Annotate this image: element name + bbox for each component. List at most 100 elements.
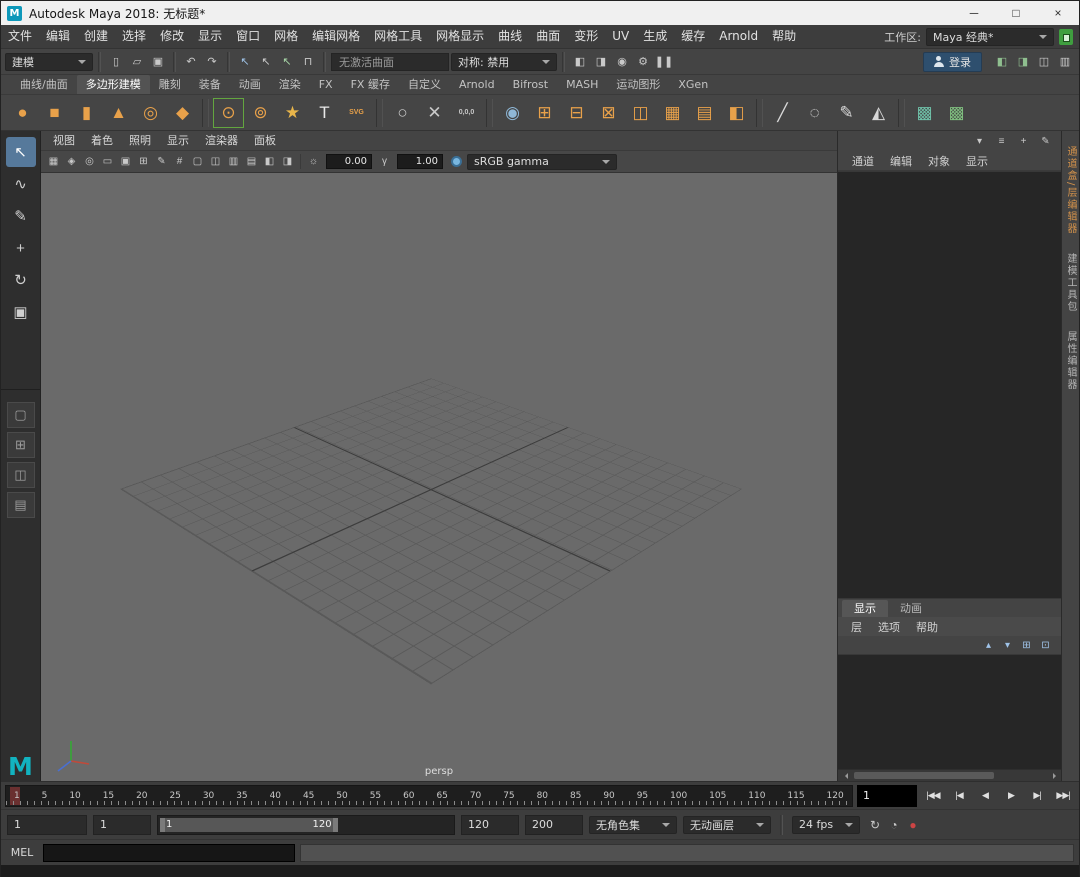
- select-tool[interactable]: ↖: [5, 137, 36, 167]
- shelf-tab[interactable]: XGen: [669, 75, 717, 94]
- zoom-region-icon[interactable]: ○: [387, 98, 418, 128]
- fps-dropdown[interactable]: 24 fps: [792, 815, 860, 834]
- panel-menu-item[interactable]: 视图: [45, 131, 83, 151]
- sculpt-tool-icon[interactable]: ▩: [941, 98, 972, 128]
- render-current-frame-icon[interactable]: ◨: [591, 52, 611, 72]
- open-render-view-icon[interactable]: ◧: [570, 52, 590, 72]
- menu-item[interactable]: 选择: [115, 25, 153, 48]
- active-surface-field[interactable]: 无激活曲面: [331, 52, 449, 71]
- mirror-icon[interactable]: ◧: [721, 98, 752, 128]
- go-to-start-icon[interactable]: |◀◀: [921, 786, 945, 806]
- paint-select-tool[interactable]: ✎: [6, 201, 36, 231]
- move-layer-down-icon[interactable]: ▾: [1000, 638, 1015, 652]
- animation-start-field[interactable]: 1: [7, 814, 87, 835]
- paint-vertex-color-icon[interactable]: ▩: [909, 98, 940, 128]
- layer-editor-menu-item[interactable]: 帮助: [909, 619, 945, 635]
- image-plane-icon[interactable]: ▣: [117, 154, 134, 170]
- separator[interactable]: [202, 98, 209, 127]
- character-set-dropdown[interactable]: 无角色集: [589, 815, 677, 834]
- shelf-tab[interactable]: 渲染: [270, 75, 310, 94]
- ipr-render-icon[interactable]: ◉: [612, 52, 632, 72]
- animation-end-field[interactable]: 200: [525, 814, 583, 835]
- lock-camera-icon[interactable]: ◈: [63, 154, 80, 170]
- playback-end-field[interactable]: 120: [461, 814, 519, 835]
- shelf-tab[interactable]: 雕刻: [150, 75, 190, 94]
- menu-item[interactable]: UV: [605, 25, 636, 48]
- svg-tool-icon[interactable]: SVG: [341, 98, 372, 128]
- scroll-left-icon[interactable]: [838, 770, 852, 781]
- toggle-channel-box-icon[interactable]: ▥: [1055, 52, 1075, 72]
- layer-editor-menu-item[interactable]: 选项: [871, 619, 907, 635]
- shelf-tab[interactable]: 多边形建模: [76, 75, 150, 94]
- menu-item[interactable]: 创建: [77, 25, 115, 48]
- shelf-tab[interactable]: 曲线/曲面: [11, 75, 77, 94]
- film-gate-icon[interactable]: ▢: [189, 154, 206, 170]
- command-result-field[interactable]: [300, 843, 1074, 862]
- uv-sphere-projection-icon[interactable]: ◉: [497, 98, 528, 128]
- separator[interactable]: [756, 98, 763, 127]
- quick-layout-four-view[interactable]: ⊞: [6, 432, 35, 458]
- poly-star-icon[interactable]: ★: [277, 98, 308, 128]
- resolution-gate-icon[interactable]: ◫: [207, 154, 224, 170]
- exposure-icon[interactable]: ☼: [305, 154, 322, 170]
- quick-layout-persp-outliner[interactable]: ◫: [6, 462, 35, 488]
- close-button[interactable]: ×: [1037, 1, 1079, 25]
- channel-box-content[interactable]: [838, 171, 1061, 599]
- current-frame-field[interactable]: 1: [857, 784, 917, 807]
- snap-align-icon[interactable]: ✕: [419, 98, 450, 128]
- open-scene-icon[interactable]: ▱: [127, 52, 147, 72]
- shelf-tab[interactable]: FX: [310, 75, 342, 94]
- login-button[interactable]: 登录: [923, 51, 982, 72]
- move-to-origin-icon[interactable]: 0,0,0: [451, 98, 482, 128]
- anim-preferences-icon[interactable]: ◔: [885, 816, 903, 834]
- redo-icon[interactable]: ↷: [202, 52, 222, 72]
- scroll-right-icon[interactable]: [1047, 770, 1061, 781]
- separator[interactable]: [486, 98, 493, 127]
- add-layer-from-selected-icon[interactable]: ⊡: [1038, 638, 1053, 652]
- loop-playback-icon[interactable]: ↻: [866, 816, 884, 834]
- gamma-icon[interactable]: γ: [376, 154, 393, 170]
- shelf-tab[interactable]: 动画: [230, 75, 270, 94]
- menu-item[interactable]: 编辑网格: [305, 25, 367, 48]
- layer-editor-tab[interactable]: 显示: [842, 600, 888, 617]
- snap-to-grid-icon[interactable]: ⊓: [298, 52, 318, 72]
- menu-item[interactable]: 帮助: [765, 25, 803, 48]
- field-chart-icon[interactable]: ▤: [243, 154, 260, 170]
- maximize-button[interactable]: □: [995, 1, 1037, 25]
- channel-manipulator-icon[interactable]: +: [1016, 134, 1031, 149]
- gamma-field[interactable]: 1.00: [397, 154, 443, 169]
- panel-menu-item[interactable]: 着色: [83, 131, 121, 151]
- two-d-pan-zoom-icon[interactable]: ⊞: [135, 154, 152, 170]
- shelf-tab[interactable]: FX 缓存: [342, 75, 399, 94]
- menu-item[interactable]: 曲线: [491, 25, 529, 48]
- separate-icon[interactable]: ⊟: [561, 98, 592, 128]
- layer-panel-scrollbar[interactable]: [838, 769, 1061, 781]
- reduce-icon[interactable]: ▤: [689, 98, 720, 128]
- channel-mode-icon[interactable]: ≡: [994, 134, 1009, 149]
- time-slider-track[interactable]: 1 5 10 15 20 25 30 35 40 45 50 55 60 65 70 75 80 85 90 95 10…: [5, 784, 853, 807]
- color-management-icon[interactable]: [451, 156, 462, 167]
- separator[interactable]: [376, 98, 383, 127]
- menu-item[interactable]: Arnold: [712, 25, 765, 48]
- grid-toggle-icon[interactable]: #: [171, 154, 188, 170]
- playback-start-field[interactable]: 1: [93, 814, 151, 835]
- channel-edit-icon[interactable]: ✎: [1038, 134, 1053, 149]
- shelf-tab[interactable]: 运动图形: [607, 75, 669, 94]
- select-object-icon[interactable]: ↖: [256, 52, 276, 72]
- safe-action-icon[interactable]: ◧: [261, 154, 278, 170]
- channel-box-menu-item[interactable]: 编辑: [884, 153, 918, 169]
- step-forward-icon[interactable]: ▶|: [1025, 786, 1049, 806]
- toggle-modeling-toolkit-icon[interactable]: ◧: [992, 52, 1012, 72]
- shelf-tab[interactable]: Bifrost: [504, 75, 558, 94]
- scrollbar-thumb[interactable]: [854, 772, 995, 779]
- gate-mask-icon[interactable]: ▥: [225, 154, 242, 170]
- separator[interactable]: [898, 98, 905, 127]
- poly-sphere-icon[interactable]: ●: [7, 98, 38, 128]
- channel-speed-icon[interactable]: ▾: [972, 134, 987, 149]
- panel-menu-item[interactable]: 渲染器: [197, 131, 246, 151]
- command-input[interactable]: [43, 843, 295, 862]
- poly-cube-icon[interactable]: ■: [39, 98, 70, 128]
- crease-tool-icon[interactable]: ◭: [863, 98, 894, 128]
- menu-item[interactable]: 网格: [267, 25, 305, 48]
- scrollbar-track[interactable]: [852, 770, 1047, 781]
